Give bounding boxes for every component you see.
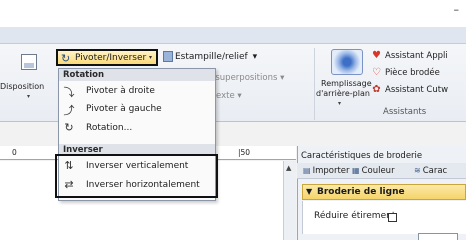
import-button[interactable]: ▤ Importer <box>303 166 350 176</box>
rotate-right-icon: ⤵ <box>63 86 75 99</box>
characteristics-label: Carac <box>422 166 448 176</box>
rotate-left-icon: ⤴ <box>63 104 75 117</box>
minimize-icon[interactable]: – <box>454 3 460 16</box>
scroll-up-arrow-icon[interactable]: ▲ <box>286 164 291 172</box>
chevron-down-icon[interactable]: ▾ <box>338 100 341 107</box>
menu-item-label: Pivoter à droite <box>86 86 155 96</box>
heart-outline-icon: ♡ <box>372 67 381 78</box>
assistant-applique-label: Assistant Appli <box>385 51 448 61</box>
collapse-triangle-icon: ▼ <box>306 187 313 196</box>
menu-item-flip-horizontal[interactable]: ⇄ Inverser horizontalement <box>62 177 212 195</box>
heart-icon: ♥ <box>372 50 381 61</box>
menu-item-label: Pivoter à gauche <box>86 104 162 114</box>
stamp-relief-label: Estampille/relief <box>175 51 248 62</box>
disposition-icon[interactable] <box>21 54 37 70</box>
import-label: Importer <box>312 166 350 176</box>
panel-title: Caractéristiques de broderie <box>301 151 423 161</box>
reduce-stretch-label: Réduire étirement <box>314 211 396 221</box>
piece-brodee-label: Pièce brodée <box>385 68 440 78</box>
section-title: Broderie de ligne <box>317 187 405 197</box>
assistant-cutwork-button[interactable]: ✿ Assistant Cutw <box>371 84 448 95</box>
flip-vertical-icon: ⇅ <box>64 159 74 172</box>
assistant-applique-button[interactable]: ♥ Assistant Appli <box>371 50 448 61</box>
menu-item-rotate-left[interactable]: ⤴ Pivoter à gauche <box>62 101 212 119</box>
import-icon: ▤ <box>303 166 311 175</box>
pivot-inverser-label: Pivoter/Inverser <box>75 53 147 63</box>
color-label: Couleur <box>361 166 395 176</box>
ruler-tick-label: 0 <box>12 148 17 157</box>
disposition-label[interactable]: Disposition <box>0 82 44 91</box>
chevron-down-icon: ▾ <box>252 51 258 62</box>
title-bar <box>0 0 466 27</box>
rotate-icon: ↻ <box>61 52 71 65</box>
color-button[interactable]: ▦ Couleur <box>352 166 395 176</box>
characteristics-icon: ≋ <box>414 166 421 175</box>
assistant-cutwork-label: Assistant Cutw <box>385 85 449 95</box>
menu-item-label: Rotation... <box>86 123 133 133</box>
texte-button[interactable]: exte ▾ <box>216 91 242 101</box>
pivot-inverser-button[interactable]: ↻ Pivoter/Inverser ▾ <box>56 49 158 66</box>
vertical-scrollbar[interactable] <box>283 161 296 240</box>
assistants-group-label: Assistants <box>383 107 427 117</box>
menu-item-label: Inverser verticalement <box>86 161 189 171</box>
menu-item-rotate-right[interactable]: ⤵ Pivoter à droite <box>62 83 212 101</box>
background-fill-icon[interactable] <box>331 49 363 75</box>
background-fill-label-line2[interactable]: d'arrière-plan <box>316 89 370 98</box>
stamp-relief-button[interactable]: Estampille/relief ▾ <box>163 51 257 62</box>
chevron-down-icon[interactable]: ▾ <box>27 93 30 100</box>
group-separator <box>314 48 315 120</box>
flower-icon: ✿ <box>372 84 381 95</box>
rotation-icon: ↻ <box>64 121 74 134</box>
piece-brodee-button[interactable]: ♡ Pièce brodée <box>371 67 440 78</box>
reduce-stretch-checkbox[interactable] <box>388 213 397 222</box>
stamp-icon <box>163 51 173 62</box>
ruler-tick-label: |50 <box>238 148 251 157</box>
flip-horizontal-icon: ⇄ <box>64 178 74 191</box>
chevron-down-icon: ▾ <box>148 54 152 61</box>
characteristics-button[interactable]: ≋ Carac <box>414 166 447 176</box>
background-fill-label-line1[interactable]: Remplissage <box>321 79 372 88</box>
menu-item-rotation[interactable]: ↻ Rotation... <box>62 120 212 138</box>
color-icon: ▦ <box>352 166 360 175</box>
menu-item-flip-vertical[interactable]: ⇅ Inverser verticalement <box>62 158 212 176</box>
line-embroidery-section-header[interactable]: ▼ Broderie de ligne <box>302 184 466 200</box>
property-value-field[interactable] <box>418 233 458 240</box>
menu-item-label: Inverser horizontalement <box>86 180 200 190</box>
ribbon-tab-strip <box>0 27 466 44</box>
menu-section-rotation: Rotation <box>59 69 215 81</box>
